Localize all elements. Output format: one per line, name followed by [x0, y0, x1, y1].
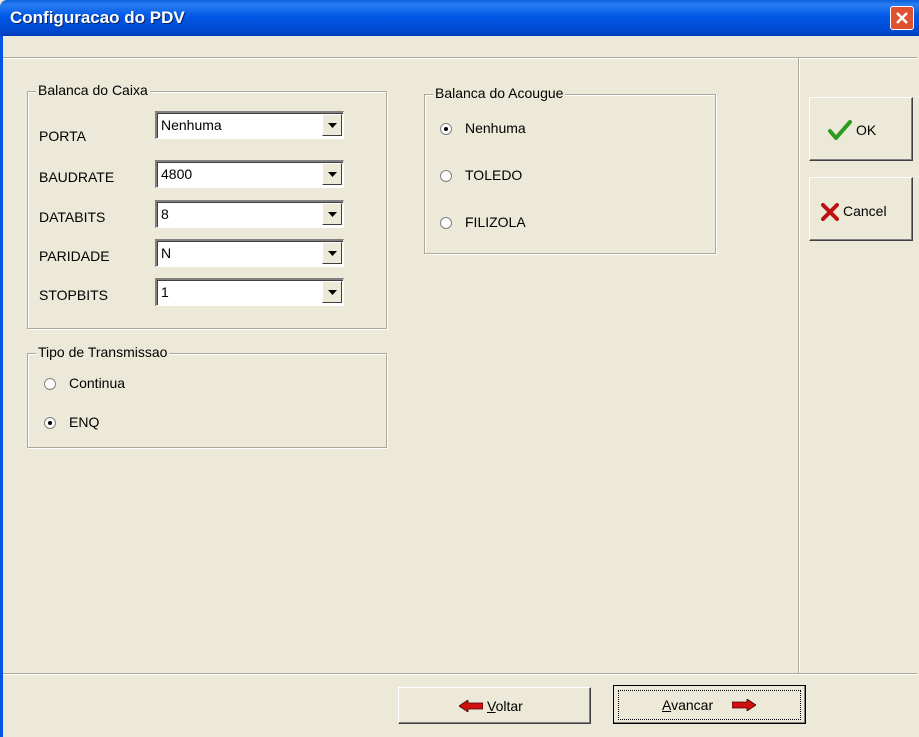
stopbits-label: STOPBITS: [39, 287, 108, 303]
chevron-down-icon: [328, 172, 337, 177]
balanca-acougue-legend: Balanca do Acougue: [433, 85, 566, 101]
arrow-left-icon: [459, 700, 483, 712]
radio-acougue-toledo[interactable]: [440, 170, 452, 182]
porta-dropdown-button[interactable]: [322, 114, 342, 136]
chevron-down-icon: [328, 290, 337, 295]
avancar-label-rest: vancar: [671, 697, 714, 713]
divider-top-highlight: [3, 58, 917, 59]
paridade-select[interactable]: N: [155, 239, 344, 267]
avancar-hotkey: A: [662, 697, 672, 713]
radio-acougue-nenhuma-label[interactable]: Nenhuma: [465, 120, 526, 136]
ok-button[interactable]: OK: [809, 97, 913, 161]
dialog-window: Configuracao do PDV Balanca do Caixa POR…: [0, 0, 919, 737]
radio-selected-dot: [444, 127, 448, 131]
radio-continua-label[interactable]: Continua: [69, 375, 125, 391]
voltar-label-rest: oltar: [495, 698, 523, 714]
chevron-down-icon: [328, 123, 337, 128]
radio-enq[interactable]: [44, 417, 56, 429]
avancar-label: Avancar: [662, 697, 713, 713]
ok-label: OK: [856, 122, 877, 138]
title-bar[interactable]: Configuracao do PDV: [0, 0, 919, 36]
voltar-button[interactable]: Voltar: [398, 687, 591, 724]
window-frame-left: [0, 36, 3, 737]
databits-value: 8: [161, 206, 169, 222]
stopbits-select[interactable]: 1: [155, 278, 344, 306]
stopbits-dropdown-button[interactable]: [322, 281, 342, 303]
close-x-icon: [821, 203, 839, 221]
databits-label: DATABITS: [39, 209, 106, 225]
voltar-label: Voltar: [487, 698, 523, 714]
radio-selected-dot: [48, 421, 52, 425]
baudrate-select[interactable]: 4800: [155, 160, 344, 188]
paridade-value: N: [161, 245, 172, 261]
radio-acougue-nenhuma[interactable]: [440, 123, 452, 135]
divider-right-highlight: [799, 58, 800, 673]
tipo-transmissao-group: Tipo de Transmissao: [27, 344, 387, 448]
porta-value: Nenhuma: [161, 117, 222, 133]
stopbits-value: 1: [161, 284, 169, 300]
arrow-right-icon: [732, 699, 756, 711]
checkmark-icon: [828, 120, 852, 140]
close-button[interactable]: [890, 6, 914, 30]
voltar-hotkey: V: [487, 698, 496, 714]
cancel-button[interactable]: Cancel: [809, 177, 913, 241]
baudrate-label: BAUDRATE: [39, 169, 115, 185]
close-icon: [896, 12, 908, 24]
window-title: Configuracao do PDV: [10, 8, 185, 27]
balanca-caixa-legend: Balanca do Caixa: [36, 82, 150, 98]
tipo-transmissao-legend: Tipo de Transmissao: [36, 344, 170, 360]
chevron-down-icon: [328, 212, 337, 217]
porta-label: PORTA: [39, 128, 86, 144]
avancar-button[interactable]: Avancar: [613, 685, 806, 724]
radio-acougue-filizola-label[interactable]: FILIZOLA: [465, 214, 526, 230]
baudrate-value: 4800: [161, 166, 193, 182]
porta-select[interactable]: Nenhuma: [155, 111, 344, 139]
databits-dropdown-button[interactable]: [322, 203, 342, 225]
radio-acougue-toledo-label[interactable]: TOLEDO: [465, 167, 522, 183]
radio-enq-label[interactable]: ENQ: [69, 414, 99, 430]
baudrate-dropdown-button[interactable]: [322, 163, 342, 185]
cancel-label: Cancel: [843, 203, 887, 219]
paridade-label: PARIDADE: [39, 248, 110, 264]
databits-select[interactable]: 8: [155, 200, 344, 228]
radio-continua[interactable]: [44, 378, 56, 390]
divider-bottom-highlight: [3, 674, 917, 675]
radio-acougue-filizola[interactable]: [440, 217, 452, 229]
chevron-down-icon: [328, 251, 337, 256]
paridade-dropdown-button[interactable]: [322, 242, 342, 264]
